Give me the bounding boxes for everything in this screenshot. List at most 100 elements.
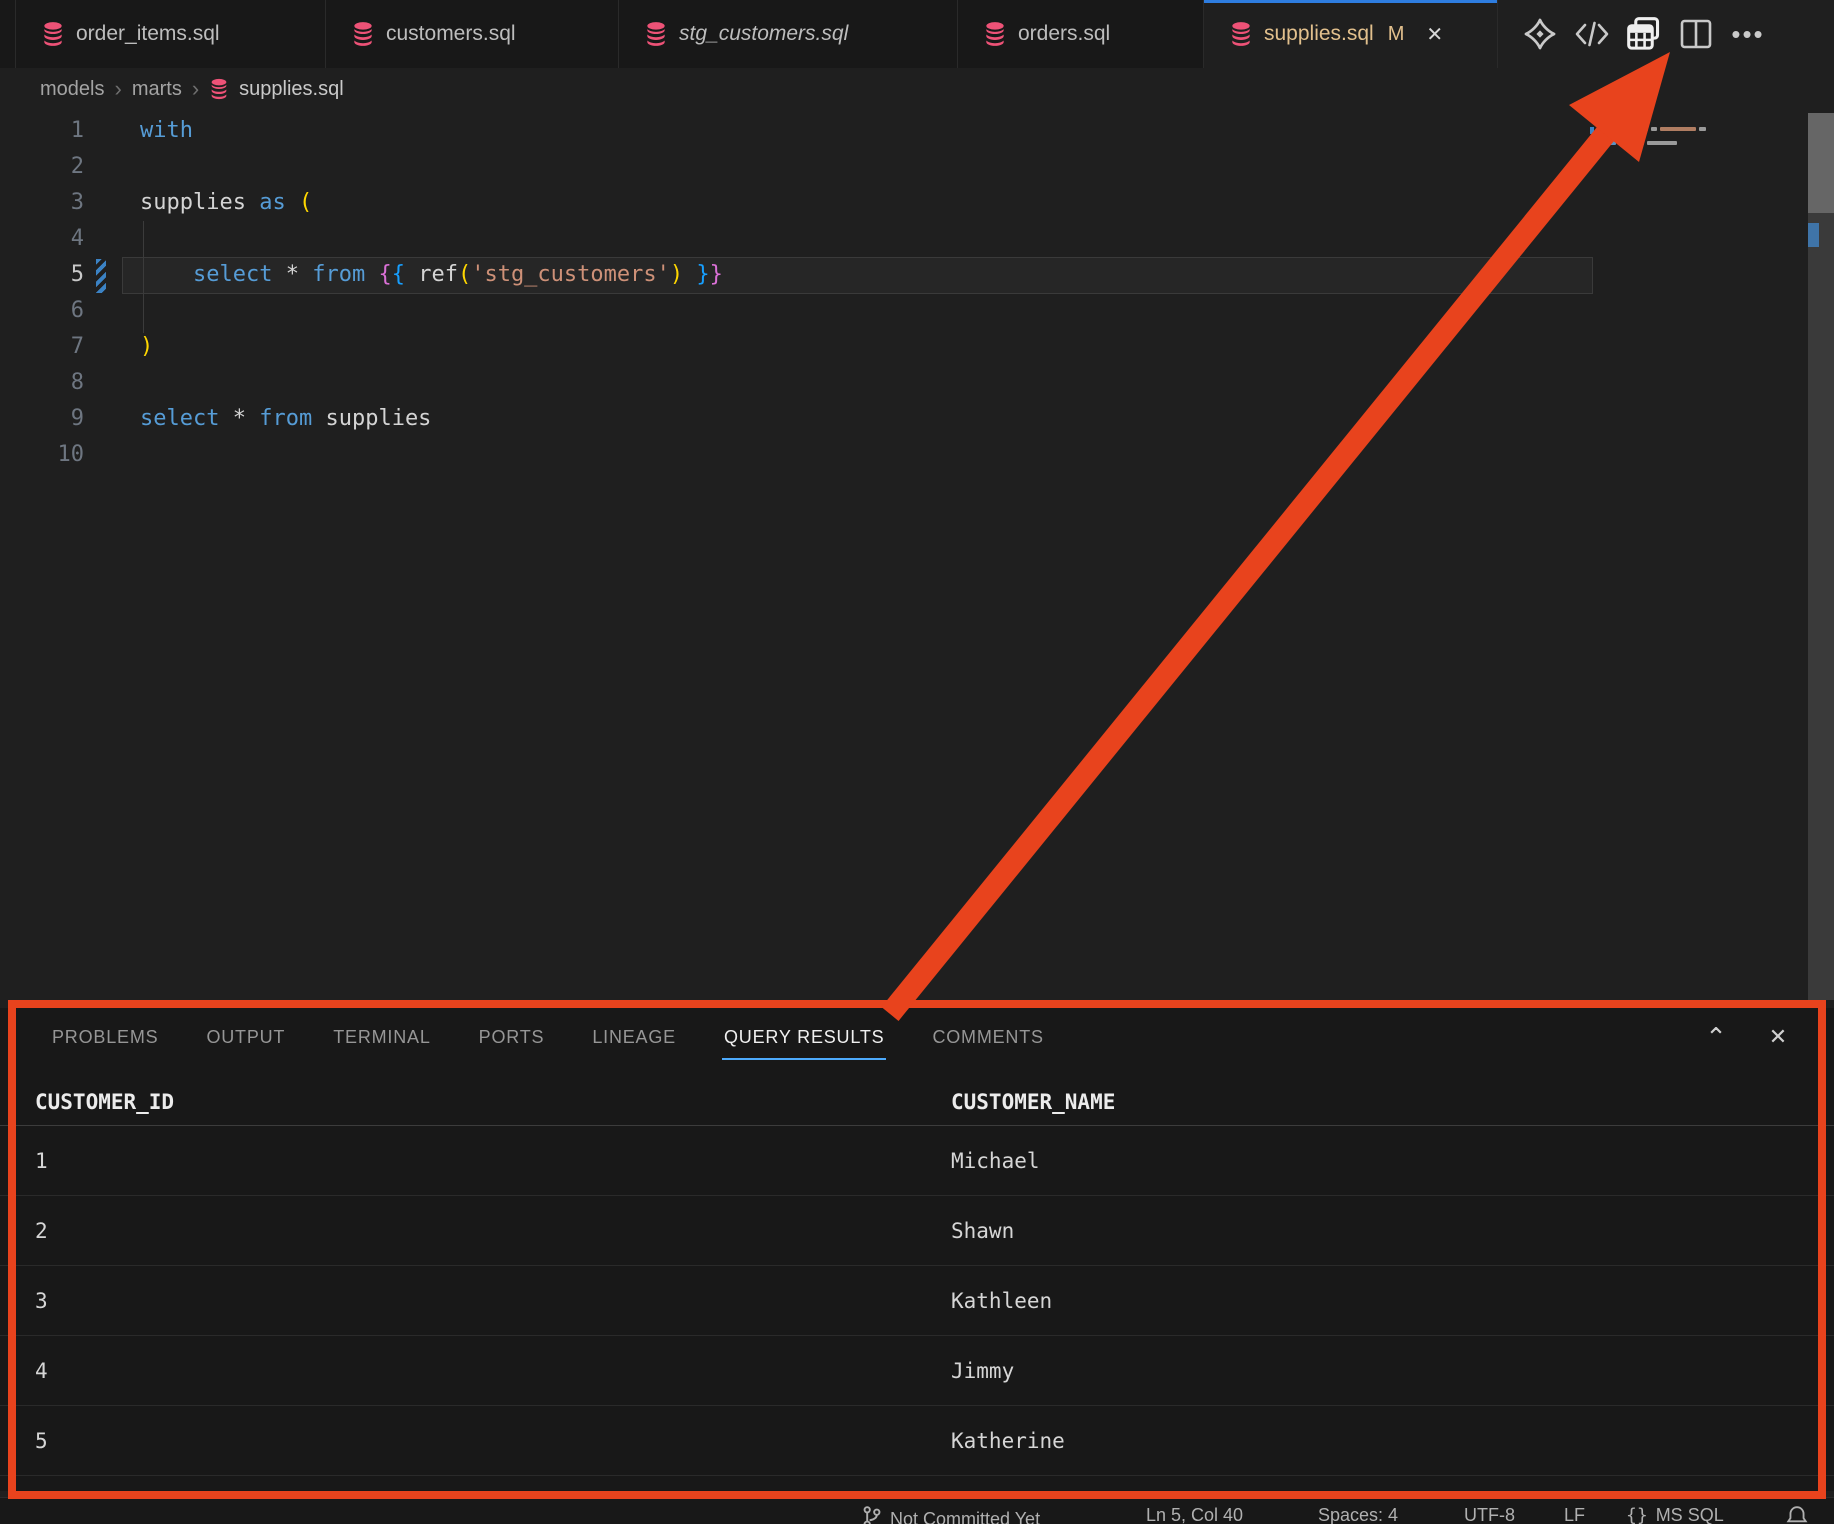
- tab-label: order_items.sql: [76, 22, 220, 46]
- breadcrumb-models[interactable]: models: [40, 78, 104, 101]
- status-indentation[interactable]: Spaces: 4: [1318, 1505, 1398, 1524]
- code-editor[interactable]: 1with23supplies as (45 select * from {{ …: [0, 108, 1834, 1000]
- query-results-icon[interactable]: [1618, 6, 1670, 62]
- panel-tab-terminal[interactable]: TERMINAL: [333, 1008, 430, 1066]
- scrollbar-slider[interactable]: [1808, 113, 1834, 213]
- column-header-customer-id[interactable]: CUSTOMER_ID: [35, 1078, 174, 1126]
- panel-actions: ⌃ ✕: [1700, 1008, 1794, 1066]
- code-preview-icon[interactable]: [1566, 6, 1618, 62]
- line-number: 7: [0, 329, 84, 365]
- tab-label: orders.sql: [1018, 22, 1110, 46]
- database-icon: [209, 78, 229, 100]
- code-text: ): [140, 329, 153, 365]
- code-line-5: 5 select * from {{ ref('stg_customers') …: [0, 257, 1834, 293]
- cell-customer-id: 2: [35, 1196, 48, 1266]
- code-text: with: [140, 113, 193, 149]
- database-icon: [42, 21, 64, 47]
- table-row[interactable]: 1 Michael: [0, 1126, 1834, 1196]
- code-line-4: 4: [0, 221, 1834, 257]
- editor-tab-supplies.sql[interactable]: supplies.sqlM✕: [1204, 0, 1498, 68]
- bell-icon: [1786, 1505, 1808, 1524]
- split-editor-icon[interactable]: [1670, 6, 1722, 62]
- table-row[interactable]: 2 Shawn: [0, 1196, 1834, 1266]
- line-number: 2: [0, 149, 84, 185]
- breadcrumb-marts[interactable]: marts: [132, 78, 182, 101]
- database-icon: [984, 21, 1006, 47]
- overview-ruler-modified-marker: [1808, 223, 1819, 247]
- tab-label: customers.sql: [386, 22, 516, 46]
- close-panel-icon[interactable]: ✕: [1762, 1024, 1794, 1050]
- panel-tab-problems[interactable]: PROBLEMS: [52, 1008, 158, 1066]
- dbt-logo-icon[interactable]: [1514, 6, 1566, 62]
- table-row[interactable]: 3Kathleen: [0, 1266, 1834, 1336]
- panel-tab-output[interactable]: OUTPUT: [206, 1008, 285, 1066]
- code-line-6: 6: [0, 293, 1834, 329]
- code-text: select * from supplies: [140, 401, 431, 437]
- status-eol[interactable]: LF: [1564, 1505, 1585, 1524]
- status-label: Spaces: 4: [1318, 1505, 1398, 1524]
- minimap-git-marker: [1590, 127, 1594, 134]
- status-encoding[interactable]: UTF-8: [1464, 1505, 1515, 1524]
- line-number: 6: [0, 293, 84, 329]
- ellipsis-glyph: •••: [1731, 19, 1764, 50]
- vscode-window: order_items.sql customers.sql stg_custom…: [0, 0, 1834, 1524]
- modified-badge: M: [1388, 23, 1405, 46]
- panel-tab-ports[interactable]: PORTS: [479, 1008, 545, 1066]
- panel-tab-query-results[interactable]: QUERY RESULTS: [724, 1008, 884, 1066]
- status-git-status[interactable]: Not Committed Yet: [862, 1505, 1040, 1524]
- panel-tab-comments[interactable]: COMMENTS: [932, 1008, 1043, 1066]
- chevron-right-icon: ›: [192, 76, 199, 102]
- cell-customer-name: Jimmy: [951, 1336, 1014, 1406]
- code-line-8: 8: [0, 365, 1834, 401]
- status-label: UTF-8: [1464, 1505, 1515, 1524]
- line-number: 9: [0, 401, 84, 437]
- editor-tab-stg_customers.sql[interactable]: stg_customers.sql: [619, 0, 958, 68]
- table-row[interactable]: 4 Jimmy: [0, 1336, 1834, 1406]
- editor-scrollbar[interactable]: [1808, 113, 1834, 1000]
- status-label: MS SQL: [1656, 1505, 1724, 1524]
- close-tab-icon[interactable]: ✕: [1426, 22, 1443, 47]
- more-actions-icon[interactable]: •••: [1722, 6, 1774, 62]
- breadcrumb-file[interactable]: supplies.sql: [239, 78, 344, 101]
- database-icon: [1230, 21, 1252, 47]
- status-notifications[interactable]: [1786, 1505, 1808, 1524]
- editor-tab-customers.sql[interactable]: customers.sql: [326, 0, 619, 68]
- line-number: 1: [0, 113, 84, 149]
- code-line-1: 1 with: [0, 113, 1834, 149]
- cell-customer-name: Katherine: [951, 1406, 1065, 1476]
- cell-customer-id: 5: [35, 1406, 48, 1476]
- cell-customer-name: Michael: [951, 1126, 1040, 1196]
- line-number: 4: [0, 221, 84, 257]
- code-text: select * from {{ ref('stg_customers') }}: [140, 257, 723, 293]
- tab-bar-left-pad: [0, 0, 16, 68]
- collapse-panel-icon[interactable]: ⌃: [1700, 1022, 1732, 1053]
- braces-icon: {}: [1626, 1505, 1648, 1524]
- editor-tab-bar: order_items.sql customers.sql stg_custom…: [0, 0, 1834, 68]
- editor-actions-toolbar: •••: [1498, 0, 1834, 68]
- table-header-row: CUSTOMER_ID CUSTOMER_NAME: [0, 1078, 1834, 1126]
- chevron-right-icon: ›: [114, 76, 121, 102]
- cell-customer-name: Kathleen: [951, 1266, 1052, 1336]
- status-language-mode[interactable]: {} MS SQL: [1626, 1505, 1724, 1524]
- editor-tab-order_items.sql[interactable]: order_items.sql: [16, 0, 326, 68]
- cell-customer-name: Shawn: [951, 1196, 1014, 1266]
- panel-tab-lineage[interactable]: LINEAGE: [592, 1008, 676, 1066]
- status-cursor-position[interactable]: Ln 5, Col 40: [1146, 1505, 1243, 1524]
- column-header-customer-name[interactable]: CUSTOMER_NAME: [951, 1078, 1115, 1126]
- database-icon: [352, 21, 374, 47]
- cell-customer-id: 4: [35, 1336, 48, 1406]
- breadcrumb: models › marts › supplies.sql: [0, 68, 1600, 110]
- minimap[interactable]: [1596, 113, 1706, 148]
- editor-tab-orders.sql[interactable]: orders.sql: [958, 0, 1204, 68]
- status-label: Ln 5, Col 40: [1146, 1505, 1243, 1524]
- query-results-table: CUSTOMER_ID CUSTOMER_NAME 1 Michael 2 Shawn…: [0, 1078, 1834, 1476]
- tab-label: stg_customers.sql: [679, 22, 848, 46]
- code-text: supplies as (: [140, 185, 312, 221]
- cell-customer-id: 1: [35, 1126, 48, 1196]
- table-row[interactable]: 5 Katherine: [0, 1406, 1834, 1476]
- status-label: LF: [1564, 1505, 1585, 1524]
- code-line-9: 9 select * from supplies: [0, 401, 1834, 437]
- database-icon: [645, 21, 667, 47]
- status-label: Not Committed Yet: [890, 1509, 1040, 1524]
- code-line-7: 7): [0, 329, 1834, 365]
